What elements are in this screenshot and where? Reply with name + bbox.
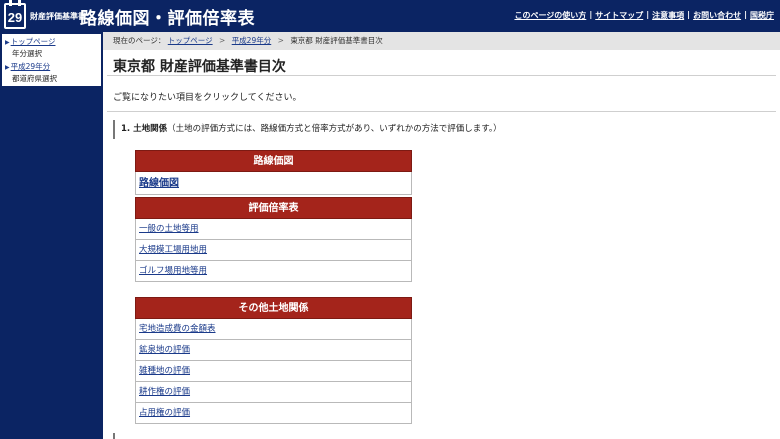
- logo-year-number: 29: [7, 10, 23, 25]
- arrow-right-icon: ▶: [5, 64, 10, 71]
- site-header: 29 財産評価基準書 路線価図・評価倍率表 このページの使い方 | サイトマップ…: [0, 0, 780, 32]
- list-item[interactable]: 鉱泉地の評価: [135, 340, 412, 361]
- breadcrumb-top-link[interactable]: トップページ: [168, 36, 213, 45]
- golf-land-link[interactable]: ゴルフ場用地等用: [139, 266, 207, 276]
- section-number: 1. 土地関係: [121, 124, 168, 134]
- site-title[interactable]: 路線価図・評価倍率表: [80, 4, 255, 29]
- land-development-cost-link[interactable]: 宅地造成費の金額表: [139, 324, 216, 334]
- breadcrumb-separator: >: [277, 36, 284, 45]
- sidebar-item-sub: 都道府県選択: [12, 74, 57, 83]
- notice-link[interactable]: 注意事項: [652, 10, 684, 21]
- general-land-link[interactable]: 一般の土地等用: [139, 224, 199, 234]
- list-item[interactable]: ゴルフ場用地等用: [135, 261, 412, 282]
- factory-land-link[interactable]: 大規模工場用地用: [139, 245, 207, 255]
- header-separator: |: [744, 10, 747, 19]
- breadcrumb-separator: >: [219, 36, 226, 45]
- nta-link[interactable]: 国税庁: [750, 10, 774, 21]
- misc-land-link[interactable]: 雑種地の評価: [139, 366, 190, 376]
- panel-rosenka: 路線価図 路線価図: [135, 150, 412, 195]
- panel-header: 路線価図: [135, 150, 412, 172]
- sidebar-item-label[interactable]: トップページ: [11, 37, 56, 46]
- panel-other-land: その他土地関係 宅地造成費の金額表 鉱泉地の評価 雑種地の評価 耕作権の評価 占…: [135, 297, 412, 424]
- rosenka-link[interactable]: 路線価図: [139, 178, 179, 189]
- list-item[interactable]: 雑種地の評価: [135, 361, 412, 382]
- section-marker: [113, 433, 115, 439]
- sidebar-item-top[interactable]: ▶トップページ 年分選択: [2, 34, 101, 61]
- breadcrumb: 現在のページ： トップページ > 平成29年分 > 東京都 財産評価基準書目次: [103, 32, 780, 50]
- header-separator: |: [589, 10, 593, 19]
- sidebar-item-year[interactable]: ▶平成29年分 都道府県選択: [2, 59, 101, 86]
- sitemap-link[interactable]: サイトマップ: [595, 10, 643, 21]
- header-nav: このページの使い方 | サイトマップ | 注意事項 | お問い合わせ | 国税庁: [514, 10, 774, 21]
- breadcrumb-year-link[interactable]: 平成29年分: [232, 36, 272, 45]
- breadcrumb-prefix: 現在のページ：: [113, 36, 166, 45]
- list-item[interactable]: 宅地造成費の金額表: [135, 319, 412, 340]
- section-description: （土地の評価方式には、路線価方式と倍率方式があり、いずれかの方法で評価します。）: [167, 124, 502, 134]
- sidebar-item-sub: 年分選択: [12, 49, 42, 58]
- tenant-farming-right-link[interactable]: 耕作権の評価: [139, 387, 190, 397]
- page-title: 東京都 財産評価基準書目次: [113, 59, 286, 75]
- panel-bairitsu: 評価倍率表 一般の土地等用 大規模工場用地用 ゴルフ場用地等用: [135, 197, 412, 282]
- list-item[interactable]: 大規模工場用地用: [135, 240, 412, 261]
- sidebar-item-label[interactable]: 平成29年分: [11, 62, 51, 71]
- panel-header: 評価倍率表: [135, 197, 412, 219]
- breadcrumb-current: 東京都 財産評価基準書目次: [290, 36, 383, 45]
- occupancy-right-link[interactable]: 占用権の評価: [139, 408, 190, 418]
- panel-header: その他土地関係: [135, 297, 412, 319]
- site-subtitle: 財産評価基準書: [30, 12, 86, 21]
- sidebar: ▶トップページ 年分選択 ▶平成29年分 都道府県選択: [0, 32, 103, 439]
- divider: [107, 111, 776, 112]
- header-separator: |: [687, 10, 691, 19]
- list-item[interactable]: 占用権の評価: [135, 403, 412, 424]
- list-item[interactable]: 耕作権の評価: [135, 382, 412, 403]
- intro-text: ご覧になりたい項目をクリックしてください。: [113, 93, 302, 103]
- arrow-right-icon: ▶: [5, 39, 10, 46]
- list-item[interactable]: 一般の土地等用: [135, 219, 412, 240]
- list-item[interactable]: 路線価図: [135, 172, 412, 195]
- mineral-spring-link[interactable]: 鉱泉地の評価: [139, 345, 190, 355]
- header-separator: |: [646, 10, 650, 19]
- divider: [107, 75, 776, 76]
- section-heading: 1. 土地関係（土地の評価方式には、路線価方式と倍率方式があり、いずれかの方法で…: [113, 120, 502, 139]
- howto-link[interactable]: このページの使い方: [514, 10, 586, 21]
- contact-link[interactable]: お問い合わせ: [693, 10, 741, 21]
- calendar-logo-icon[interactable]: 29: [4, 0, 26, 29]
